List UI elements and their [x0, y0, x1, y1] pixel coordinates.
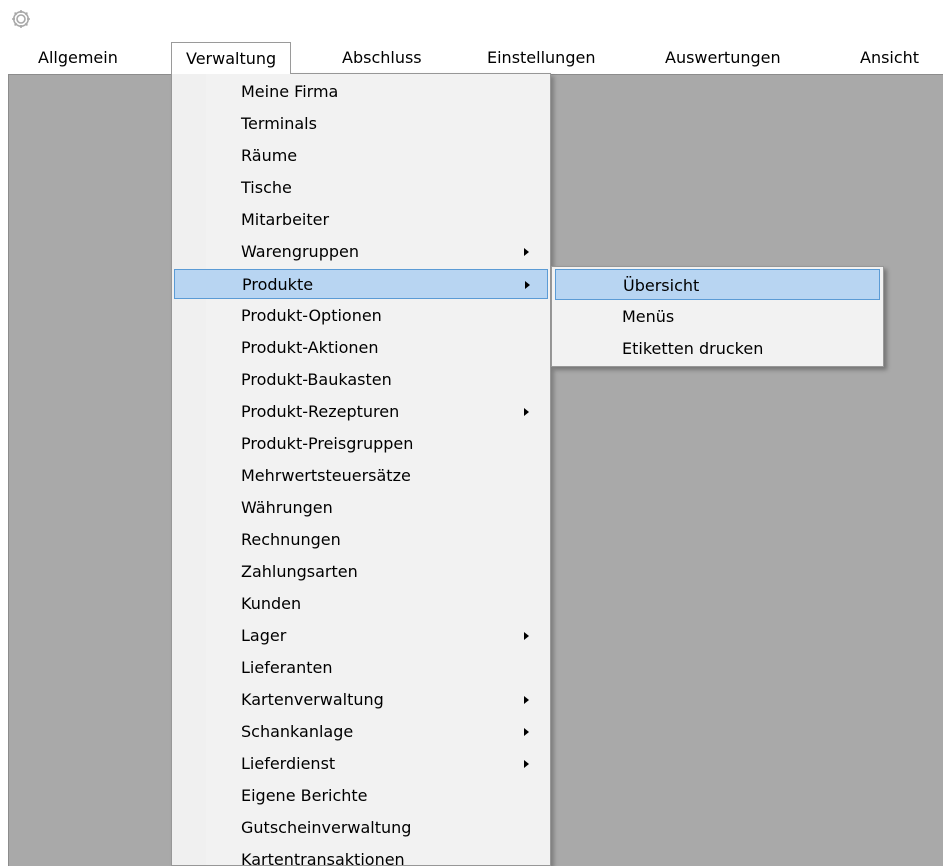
menu-item-label: Räume [241, 146, 298, 165]
menu-item-produkt-aktionen[interactable]: Produkt-Aktionen [174, 333, 548, 363]
menu-item-schankanlage[interactable]: Schankanlage [174, 717, 548, 747]
menu-item-produkt-baukasten[interactable]: Produkt-Baukasten [174, 365, 548, 395]
menu-item-label: Zahlungsarten [241, 562, 358, 581]
submenu-item-menues[interactable]: Menüs [555, 301, 880, 332]
menu-item-produkt-rezepturen[interactable]: Produkt-Rezepturen [174, 397, 548, 427]
menu-bar: Allgemein Verwaltung Abschluss Einstellu… [0, 42, 943, 74]
produkte-submenu: Übersicht Menüs Etiketten drucken [551, 266, 884, 367]
menu-item-label: Tische [241, 178, 292, 197]
menu-item-kartenverwaltung[interactable]: Kartenverwaltung [174, 685, 548, 715]
title-bar [0, 0, 943, 42]
menu-item-label: Währungen [241, 498, 333, 517]
submenu-arrow-icon [524, 408, 529, 416]
menu-item-label: Produkte [242, 275, 314, 294]
menu-item-produkt-optionen[interactable]: Produkt-Optionen [174, 301, 548, 331]
menu-item-label: Lager [241, 626, 287, 645]
menu-item-produkt-preisgruppen[interactable]: Produkt-Preisgruppen [174, 429, 548, 459]
submenu-arrow-icon [524, 696, 529, 704]
menu-item-label: Produkt-Optionen [241, 306, 382, 325]
menu-item-kartentransaktionen[interactable]: Kartentransaktionen [174, 845, 548, 866]
submenu-item-label: Etiketten drucken [622, 339, 764, 358]
menu-abschluss[interactable]: Abschluss [342, 46, 422, 70]
application-window: Allgemein Verwaltung Abschluss Einstellu… [0, 0, 943, 866]
menu-item-label: Produkt-Preisgruppen [241, 434, 414, 453]
menu-item-warengruppen[interactable]: Warengruppen [174, 237, 548, 267]
submenu-arrow-icon [524, 632, 529, 640]
menu-item-label: Kartenverwaltung [241, 690, 384, 709]
menu-item-label: Eigene Berichte [241, 786, 368, 805]
menu-item-label: Lieferdienst [241, 754, 336, 773]
menu-item-label: Terminals [241, 114, 317, 133]
menu-item-label: Produkt-Baukasten [241, 370, 392, 389]
verwaltung-dropdown: Meine Firma Terminals Räume Tische Mitar… [171, 73, 551, 866]
submenu-arrow-icon [525, 281, 530, 289]
menu-item-label: Rechnungen [241, 530, 341, 549]
submenu-item-etiketten-drucken[interactable]: Etiketten drucken [555, 333, 880, 364]
menu-item-kunden[interactable]: Kunden [174, 589, 548, 619]
menu-item-label: Produkt-Rezepturen [241, 402, 400, 421]
menu-item-terminals[interactable]: Terminals [174, 109, 548, 139]
submenu-arrow-icon [524, 760, 529, 768]
submenu-item-label: Übersicht [623, 276, 700, 295]
submenu-arrow-icon [524, 728, 529, 736]
menu-ansicht[interactable]: Ansicht [860, 46, 919, 70]
menu-item-mehrwertsteuersaetze[interactable]: Mehrwertsteuersätze [174, 461, 548, 491]
menu-item-eigene-berichte[interactable]: Eigene Berichte [174, 781, 548, 811]
menu-item-label: Kunden [241, 594, 302, 613]
menu-item-lieferanten[interactable]: Lieferanten [174, 653, 548, 683]
menu-allgemein[interactable]: Allgemein [38, 46, 118, 70]
menu-item-label: Meine Firma [241, 82, 339, 101]
menu-item-rechnungen[interactable]: Rechnungen [174, 525, 548, 555]
menu-item-mitarbeiter[interactable]: Mitarbeiter [174, 205, 548, 235]
menu-item-waehrungen[interactable]: Währungen [174, 493, 548, 523]
menu-item-label: Gutscheinverwaltung [241, 818, 412, 837]
menu-item-label: Schankanlage [241, 722, 354, 741]
submenu-arrow-icon [524, 248, 529, 256]
submenu-item-uebersicht[interactable]: Übersicht [555, 269, 880, 300]
submenu-item-label: Menüs [622, 307, 675, 326]
menu-einstellungen[interactable]: Einstellungen [487, 46, 595, 70]
menu-item-label: Mehrwertsteuersätze [241, 466, 411, 485]
menu-verwaltung[interactable]: Verwaltung [171, 42, 292, 74]
menu-item-lager[interactable]: Lager [174, 621, 548, 651]
menu-item-raeume[interactable]: Räume [174, 141, 548, 171]
menu-item-meine-firma[interactable]: Meine Firma [174, 77, 548, 107]
menu-item-label: Kartentransaktionen [241, 850, 405, 866]
menu-item-label: Mitarbeiter [241, 210, 330, 229]
menu-item-label: Lieferanten [241, 658, 333, 677]
menu-item-lieferdienst[interactable]: Lieferdienst [174, 749, 548, 779]
menu-item-tische[interactable]: Tische [174, 173, 548, 203]
gear-icon[interactable] [10, 8, 32, 30]
menu-item-produkte[interactable]: Produkte [174, 269, 548, 299]
menu-item-label: Produkt-Aktionen [241, 338, 379, 357]
menu-item-label: Warengruppen [241, 242, 359, 261]
menu-auswertungen[interactable]: Auswertungen [665, 46, 781, 70]
menu-item-gutscheinverwaltung[interactable]: Gutscheinverwaltung [174, 813, 548, 843]
menu-item-zahlungsarten[interactable]: Zahlungsarten [174, 557, 548, 587]
